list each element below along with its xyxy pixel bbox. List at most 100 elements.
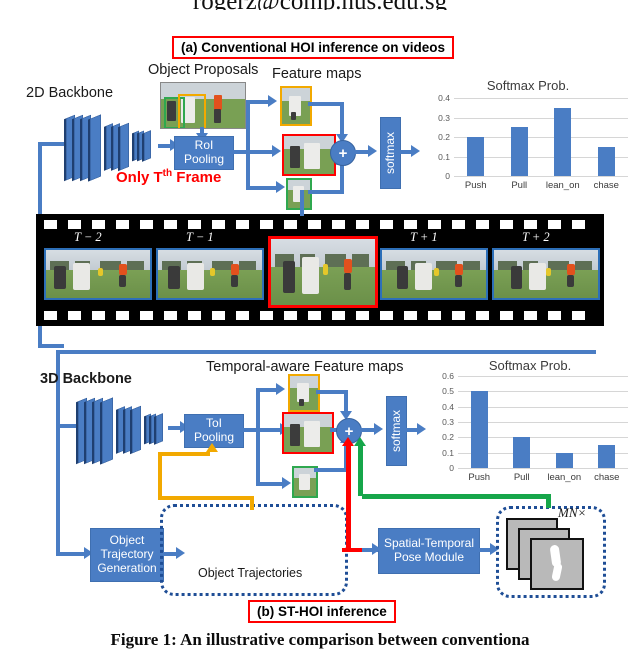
- film-perforation: [428, 311, 441, 320]
- film-perforation: [356, 220, 369, 229]
- film-perforation: [68, 311, 81, 320]
- film-perforation: [404, 311, 417, 320]
- panel-b-sum-to-softmax-arrow: [374, 423, 383, 435]
- chart-y-tick-label: 0.1: [442, 447, 454, 458]
- film-perforation: [380, 220, 393, 229]
- film-perforation: [284, 311, 297, 320]
- pose-module-in-arrow: [372, 543, 381, 555]
- chart-x-tick-label: chase: [593, 180, 619, 191]
- toi-pooling-line1: ToI: [205, 416, 222, 431]
- film-perforation: [476, 220, 489, 229]
- panel-a-branch-bottom: [246, 186, 278, 190]
- traj-gen-line2: Trajectory: [100, 547, 154, 562]
- green-pose-vertical: [358, 446, 363, 496]
- chart-y-tick-label: 0.3: [442, 417, 454, 427]
- video-filmstrip: T − 2 T − 1 T + 1 T + 2: [36, 214, 604, 326]
- traj-gen-line3: Generation: [97, 560, 157, 575]
- panel-a-branch-vertical: [246, 100, 250, 190]
- film-perforation: [116, 311, 129, 320]
- red-traj-arrowhead: [342, 437, 354, 446]
- chart-gridline: [454, 98, 628, 99]
- film-perforation: [212, 220, 225, 229]
- film-frame: [44, 248, 152, 300]
- film-perforation: [572, 311, 585, 320]
- panel-a-softmax-to-chart-arrow: [411, 145, 420, 157]
- film-perforation: [428, 220, 441, 229]
- chart-gridline: [458, 468, 628, 469]
- panel-b-branch-top-arrow: [276, 383, 285, 395]
- chart-x-tick-label: Pull: [513, 472, 530, 483]
- object-trajectories-graphic: [168, 510, 336, 566]
- panel-b-chart-title: Softmax Prob.: [488, 358, 572, 373]
- panel-b-branch-top: [256, 388, 278, 392]
- panel-b-feature-union-chip: [282, 412, 334, 454]
- film-perforation: [308, 311, 321, 320]
- chart-x-tick-label: chase: [594, 472, 620, 483]
- panel-a-branch-top-arrow: [268, 95, 277, 107]
- film-frame: [380, 248, 488, 300]
- panel-a-merge-top-line: [308, 102, 344, 106]
- panel-a-branch-mid-arrow: [272, 145, 281, 157]
- panel-b-softmax-chart: Softmax Prob. 0 0.1 0.2 0.3 0.4 0.5 0.6 Push Pul…: [428, 358, 632, 490]
- chart-y-tick-label: 0.1: [438, 151, 450, 162]
- film-perforation: [92, 311, 105, 320]
- chart-y-tick-label: 0.2: [442, 432, 454, 443]
- panel-b-softmax-label: softmax: [388, 409, 403, 452]
- chart-bar: [510, 127, 528, 176]
- chart-bar: [597, 146, 615, 176]
- film-perforation: [212, 311, 225, 320]
- roi-pooling-box[interactable]: RoI Pooling: [174, 136, 234, 170]
- film-perforation: [572, 220, 585, 229]
- panel-a-branch-mid: [250, 150, 274, 154]
- panel-b-title: (b) ST-HOI inference: [248, 600, 396, 623]
- object-trajectory-generation-box[interactable]: Object Trajectory Generation: [90, 528, 164, 582]
- film-perforation: [500, 311, 513, 320]
- pose-module-line2: Pose Module: [393, 550, 465, 564]
- panel-a-left-feed-line: [38, 146, 42, 224]
- panel-b-softmax-box[interactable]: softmax: [386, 396, 407, 466]
- red-traj-vertical: [346, 446, 351, 550]
- chart-bar: [513, 437, 531, 468]
- spatial-temporal-pose-module-box[interactable]: Spatial-Temporal Pose Module: [378, 528, 480, 574]
- red-traj-out-line: [342, 548, 362, 552]
- orange-traj-to-pool: [158, 452, 210, 456]
- film-frame-label: T − 2: [74, 230, 102, 244]
- panel-a-softmax-box[interactable]: softmax: [380, 117, 401, 189]
- film-frame-current: [268, 236, 378, 308]
- film-perforation: [500, 220, 513, 229]
- chart-gridline: [458, 376, 628, 377]
- chart-bar: [555, 452, 573, 468]
- panel-a-sum-node: +: [330, 140, 356, 166]
- chart-gridline: [454, 176, 628, 177]
- film-perforation: [164, 220, 177, 229]
- film-perforation: [524, 220, 537, 229]
- chart-bar: [554, 107, 572, 176]
- panel-b-feed-traj-line: [56, 552, 86, 556]
- film-frame: [156, 248, 264, 300]
- only-tth-frame-note: Only Tth Frame: [116, 168, 221, 186]
- film-frame-label: T + 1: [410, 230, 438, 244]
- film-perforation: [284, 220, 297, 229]
- panel-a-feature-maps-label: Feature maps: [272, 66, 362, 82]
- chart-y-tick-label: 0: [445, 171, 450, 181]
- panel-a-chart-title: Softmax Prob.: [486, 78, 570, 93]
- film-frame-label: T + 2: [522, 230, 550, 244]
- feature-map-object-chip: [286, 178, 312, 210]
- roi-pooling-line1: RoI: [194, 138, 214, 153]
- pose-count-label: MN×: [558, 505, 587, 520]
- panel-a-merge-top-vert: [340, 102, 344, 138]
- green-pose-arrowhead: [354, 437, 366, 446]
- feature-map-human-chip: [280, 86, 312, 126]
- chart-x-tick-label: lean_on: [547, 472, 582, 483]
- film-perforation: [404, 220, 417, 229]
- roi-pooling-line2: Pooling: [183, 152, 225, 166]
- film-perforation: [548, 220, 561, 229]
- film-frame: [492, 248, 600, 300]
- only-frame-text: Only T: [116, 169, 163, 186]
- film-perforation: [140, 220, 153, 229]
- film-perforation: [164, 311, 177, 320]
- panel-a-softmax-chart: Softmax Prob. 0 0.1 0.2 0.3 0.4 Push Pull lean_…: [424, 78, 632, 198]
- chart-x-tick-label: Push: [468, 472, 491, 483]
- orange-traj-vertical: [158, 452, 162, 498]
- header-email-text: rogerz@comp.nus.edu.sg: [0, 0, 640, 10]
